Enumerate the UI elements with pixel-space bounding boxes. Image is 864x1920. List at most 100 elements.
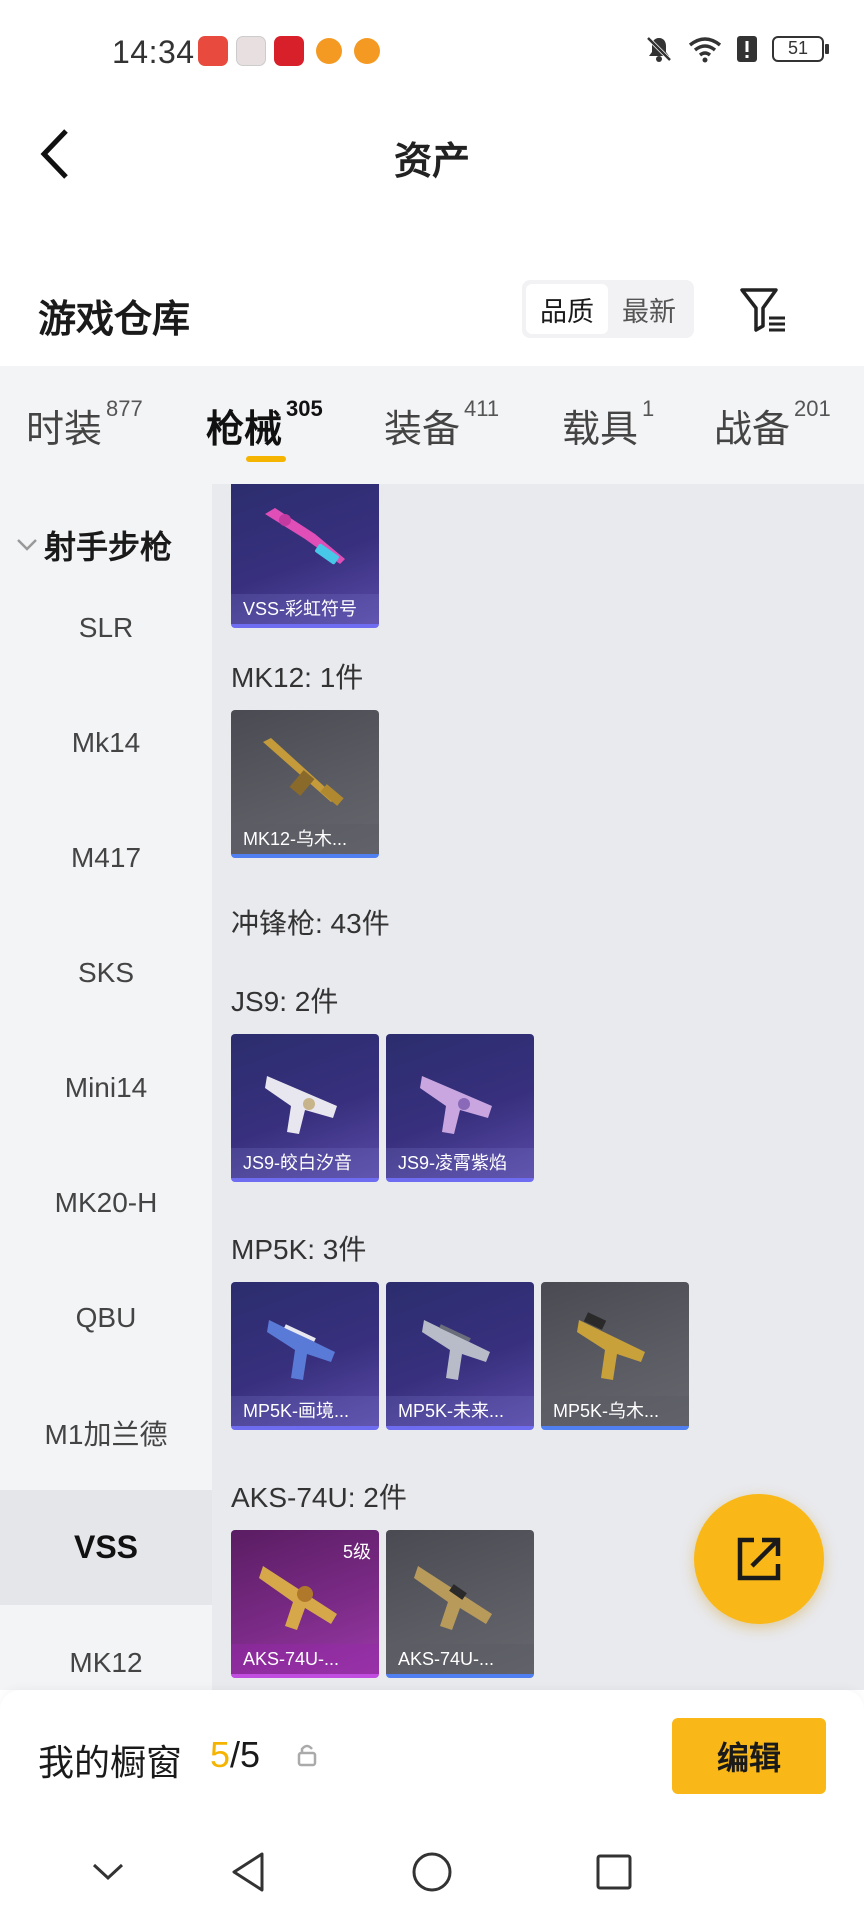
weapon-card-label: JS9-凌霄紫焰 — [386, 1148, 534, 1178]
weapon-card-aks74u-1[interactable]: 5级 AKS-74U-... — [231, 1530, 379, 1678]
nav-recents-button[interactable] — [590, 1848, 638, 1896]
showcase-title: 我的橱窗 — [38, 1742, 183, 1783]
weapon-level-badge: 5级 — [342, 1542, 371, 1562]
chevron-down-icon — [92, 1863, 124, 1881]
tab-label: 枪械 — [206, 409, 283, 451]
category-tabs: 时装877 枪械305 装备411 载具1 战备201 — [0, 366, 864, 484]
battery-icon: 51 — [772, 36, 829, 62]
wifi-icon — [688, 37, 722, 63]
page-title: 资产 — [393, 141, 470, 183]
active-tab-indicator — [246, 456, 286, 462]
sub-item-mk12[interactable]: MK12 — [0, 1605, 212, 1690]
filter-button[interactable] — [736, 282, 792, 338]
group-title-js9: JS9: 2件 — [231, 986, 339, 1017]
weapon-card-vss-rainbow[interactable]: VSS-彩虹符号 — [231, 484, 379, 628]
tab-count: 411 — [464, 396, 500, 421]
status-time: 14:34 — [112, 34, 195, 70]
nav-home-button[interactable] — [408, 1848, 456, 1896]
tab-vehicles[interactable]: 载具1 — [562, 396, 655, 453]
weapon-mk12-icon — [263, 738, 344, 806]
weapon-card-mp5k-1[interactable]: MP5K-画境... — [231, 1282, 379, 1430]
sort-by-quality[interactable]: 品质 — [526, 284, 608, 334]
tab-fashion[interactable]: 时装877 — [26, 396, 143, 453]
sub-item-sks[interactable]: SKS — [0, 915, 212, 1030]
weapon-card-label: VSS-彩虹符号 — [231, 594, 379, 624]
weapon-mp5k-icon — [577, 1312, 645, 1380]
weapon-card-label: JS9-皎白汐音 — [231, 1148, 379, 1178]
weapon-card-mk12[interactable]: MK12-乌木... — [231, 710, 379, 858]
edit-button[interactable]: 编辑 — [672, 1718, 826, 1794]
sort-toggle: 品质 最新 — [522, 280, 694, 338]
status-right: 51 — [644, 34, 829, 64]
sub-item-vss[interactable]: VSS — [0, 1490, 212, 1605]
weapon-card-mp5k-3[interactable]: MP5K-乌木... — [541, 1282, 689, 1430]
tab-label: 载具 — [562, 409, 639, 451]
weapon-vss-icon — [265, 508, 345, 565]
sub-item-mini14[interactable]: Mini14 — [0, 1030, 212, 1145]
tab-equipment[interactable]: 装备411 — [384, 396, 500, 453]
status-bar: 14:34 51 — [0, 0, 864, 104]
tab-firearms[interactable]: 枪械305 — [206, 396, 323, 453]
lock-icon[interactable] — [296, 1742, 318, 1768]
weapon-card-label: MP5K-乌木... — [541, 1396, 689, 1426]
showcase-separator: / — [230, 1734, 241, 1775]
share-fab-button[interactable] — [694, 1494, 824, 1624]
tab-tactical[interactable]: 战备201 — [714, 396, 831, 453]
weapon-card-label: MP5K-未来... — [386, 1396, 534, 1426]
nav-back-button[interactable] — [224, 1848, 272, 1896]
showcase-total: 5 — [240, 1734, 261, 1775]
mute-icon — [646, 36, 672, 62]
sub-item-slr[interactable]: SLR — [0, 570, 212, 685]
red-app-icon — [274, 36, 304, 66]
group-title-smg: 冲锋枪: 43件 — [231, 908, 390, 939]
group-title-mk12: MK12: 1件 — [231, 662, 364, 693]
circle-home-icon — [412, 1852, 452, 1892]
weapon-aks74u-icon — [414, 1566, 492, 1630]
showcase-count: 5/5 — [210, 1734, 260, 1776]
sub-item-m1-garand[interactable]: M1加兰德 — [0, 1375, 212, 1490]
tab-label: 时装 — [26, 409, 103, 451]
weapon-card-label: MK12-乌木... — [231, 824, 379, 854]
gift-app-icon — [236, 36, 266, 66]
warehouse-title: 游戏仓库 — [38, 299, 191, 341]
filter-icon — [740, 288, 785, 332]
tab-count: 1 — [642, 396, 655, 421]
weapon-mp5k-icon — [422, 1320, 490, 1380]
weapon-sub-nav: 射手步枪 SLR Mk14 M417 SKS Mini14 MK20-H QBU… — [0, 484, 212, 1690]
weapon-card-label: MP5K-画境... — [231, 1396, 379, 1426]
weapon-card-label: AKS-74U-... — [386, 1644, 534, 1674]
sub-item-qbu[interactable]: QBU — [0, 1260, 212, 1375]
battery-level: 51 — [787, 38, 809, 58]
huawei-app-icon — [198, 36, 228, 66]
tab-count: 305 — [286, 396, 323, 421]
weapon-card-aks74u-2[interactable]: AKS-74U-... — [386, 1530, 534, 1678]
group-title-mp5k: MP5K: 3件 — [231, 1234, 367, 1265]
notification-icons — [198, 36, 380, 66]
sub-item-mk14[interactable]: Mk14 — [0, 685, 212, 800]
weapon-card-js9-1[interactable]: JS9-皎白汐音 — [231, 1034, 379, 1182]
orange-app-icon-2 — [354, 38, 380, 64]
tab-count: 201 — [794, 396, 831, 421]
triangle-back-icon — [232, 1852, 264, 1892]
sub-group-label: 射手步枪 — [44, 529, 173, 565]
chevron-down-icon — [17, 539, 37, 551]
alert-icon — [737, 36, 757, 62]
system-nav-bar — [0, 1824, 864, 1920]
sub-item-m417[interactable]: M417 — [0, 800, 212, 915]
square-recents-icon — [596, 1854, 632, 1890]
weapon-card-mp5k-2[interactable]: MP5K-未来... — [386, 1282, 534, 1430]
weapon-card-label: AKS-74U-... — [231, 1644, 379, 1674]
nav-collapse-button[interactable] — [84, 1848, 132, 1896]
weapon-js9-icon — [265, 1076, 337, 1134]
showcase-current: 5 — [210, 1734, 231, 1775]
tab-label: 装备 — [384, 409, 461, 451]
weapon-js9-icon — [420, 1076, 492, 1134]
export-icon — [737, 1537, 781, 1581]
weapon-card-js9-2[interactable]: JS9-凌霄紫焰 — [386, 1034, 534, 1182]
sort-by-newest[interactable]: 最新 — [608, 284, 690, 334]
sub-group-marksman[interactable]: 射手步枪 — [16, 522, 172, 568]
sub-item-mk20h[interactable]: MK20-H — [0, 1145, 212, 1260]
orange-app-icon — [316, 38, 342, 64]
showcase-bar: 我的橱窗 5/5 编辑 — [0, 1690, 864, 1824]
tab-label: 战备 — [714, 409, 791, 451]
